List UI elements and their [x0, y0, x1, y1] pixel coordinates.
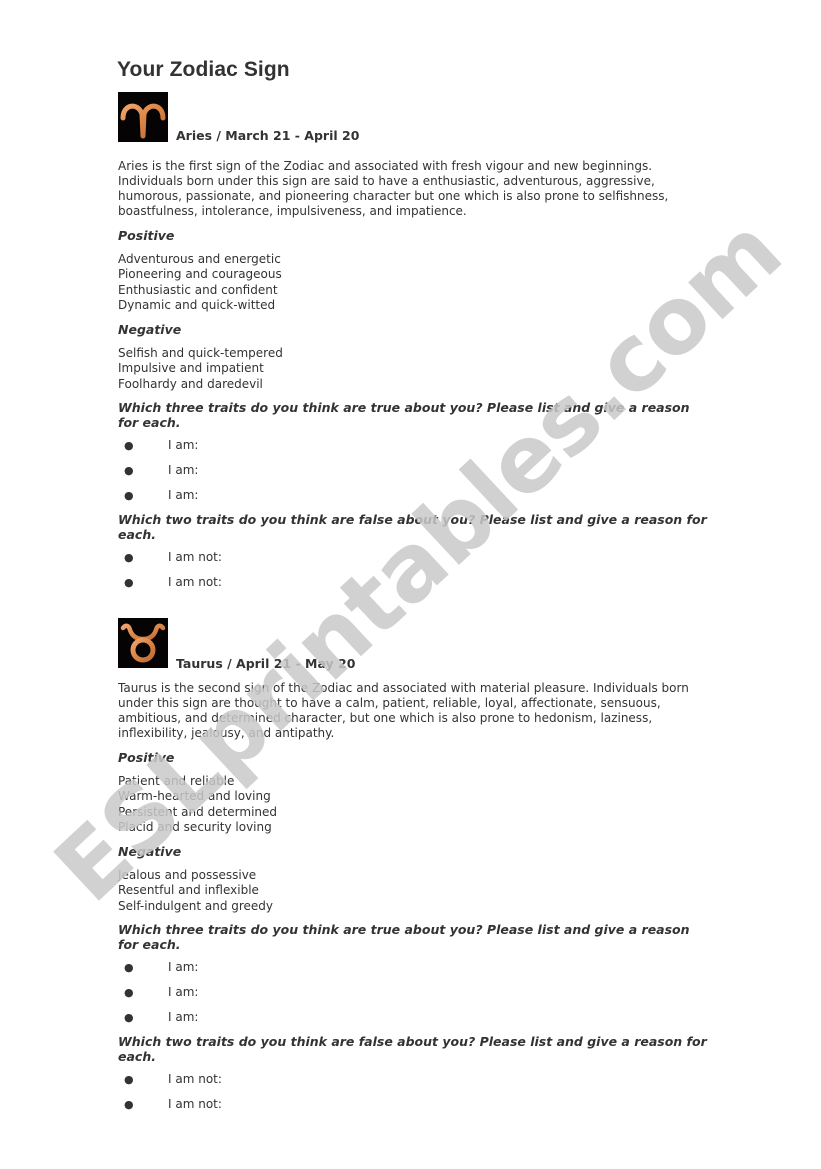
answer-line[interactable]: ● I am: [118, 1005, 718, 1030]
sign-section-taurus: Taurus / April 21 - May 20 Taurus is the… [118, 618, 718, 1117]
trait-item: Placid and security loving [118, 819, 272, 834]
answer-line[interactable]: ● I am: [118, 458, 718, 483]
answers-false-list: ● I am not: ● I am not: [118, 1067, 718, 1117]
answer-label: I am: [168, 488, 199, 503]
bullet-icon: ● [124, 576, 134, 590]
answers-true-list: ● I am: ● I am: ● I am: [118, 433, 718, 508]
bullet-icon: ● [124, 489, 134, 503]
trait-item: Adventurous and energetic [118, 252, 281, 266]
sign-header: Taurus / April 21 - May 20 [118, 618, 718, 671]
positive-heading: Positive [118, 750, 175, 765]
answer-label: I am: [168, 438, 199, 453]
bullet-icon: ● [124, 439, 134, 453]
answer-line[interactable]: ● I am: [118, 980, 718, 1005]
answer-label: I am not: [168, 1072, 222, 1087]
answer-label: I am: [168, 1010, 199, 1025]
positive-heading: Positive [118, 228, 175, 243]
trait-item: Dynamic and quick-witted [118, 297, 276, 312]
answer-label: I am: [168, 463, 199, 478]
question-true-traits: Which three traits do you think are true… [118, 400, 690, 431]
negative-traits-list: Jealous and possessive Resentful and inf… [118, 868, 718, 914]
bullet-icon: ● [124, 1011, 134, 1025]
taurus-symbol-icon [118, 618, 168, 668]
trait-item: Selfish and quick-tempered [118, 346, 283, 361]
sign-section-aries: Aries / March 21 - April 20 Aries is the… [118, 92, 718, 595]
positive-traits-list: Patient and reliable Warm-hearted and lo… [118, 774, 718, 835]
trait-item: Persistent and determined [118, 804, 278, 819]
trait-item: Jealous and possessive [118, 868, 257, 883]
answer-label: I am not: [168, 550, 222, 565]
answer-line[interactable]: ● I am: [118, 483, 718, 508]
question-false-traits: Which two traits do you think are false … [118, 1034, 707, 1065]
answer-label: I am: [168, 960, 199, 975]
worksheet-page: Your Zodiac Sign Aries / March 21 - Apri… [0, 0, 821, 1169]
trait-item: Self-indulgent and greedy [118, 898, 274, 913]
bullet-icon: ● [124, 986, 134, 1000]
negative-heading: Negative [118, 844, 182, 860]
positive-traits-list: Adventurous and energetic Pioneering and… [118, 252, 718, 313]
trait-item: Enthusiastic and confident [118, 282, 278, 297]
bullet-icon: ● [124, 1098, 134, 1112]
bullet-icon: ● [124, 961, 134, 975]
trait-item: Foolhardy and daredevil [118, 376, 263, 391]
bullet-icon: ● [124, 1073, 134, 1087]
answer-line[interactable]: ● I am not: [118, 570, 718, 595]
trait-item: Patient and reliable [118, 774, 235, 788]
answer-line[interactable]: ● I am not: [118, 1067, 718, 1092]
answer-label: I am not: [168, 1097, 222, 1112]
bullet-icon: ● [124, 464, 134, 478]
aries-symbol-icon [118, 92, 168, 142]
answer-line[interactable]: ● I am: [118, 955, 718, 980]
negative-heading: Negative [118, 322, 182, 338]
sign-heading: Taurus / April 21 - May 20 [176, 656, 356, 671]
sign-description: Taurus is the second sign of the Zodiac … [118, 681, 689, 740]
sign-heading: Aries / March 21 - April 20 [176, 128, 360, 143]
answers-false-list: ● I am not: ● I am not: [118, 545, 718, 595]
question-true-traits: Which three traits do you think are true… [118, 922, 690, 953]
answer-line[interactable]: ● I am: [118, 433, 718, 458]
answer-label: I am: [168, 985, 199, 1000]
answers-true-list: ● I am: ● I am: ● I am: [118, 955, 718, 1030]
trait-item: Warm-hearted and loving [118, 789, 271, 804]
page-title: Your Zodiac Sign [117, 58, 290, 81]
answer-line[interactable]: ● I am not: [118, 545, 718, 570]
sign-header: Aries / March 21 - April 20 [118, 92, 718, 144]
negative-traits-list: Selfish and quick-tempered Impulsive and… [118, 346, 718, 392]
trait-item: Impulsive and impatient [118, 361, 264, 376]
bullet-icon: ● [124, 551, 134, 565]
answer-line[interactable]: ● I am not: [118, 1092, 718, 1117]
answer-label: I am not: [168, 575, 222, 590]
trait-item: Pioneering and courageous [118, 267, 282, 282]
trait-item: Resentful and inflexible [118, 883, 259, 898]
question-false-traits: Which two traits do you think are false … [118, 512, 707, 543]
sign-description: Aries is the first sign of the Zodiac an… [118, 159, 669, 218]
